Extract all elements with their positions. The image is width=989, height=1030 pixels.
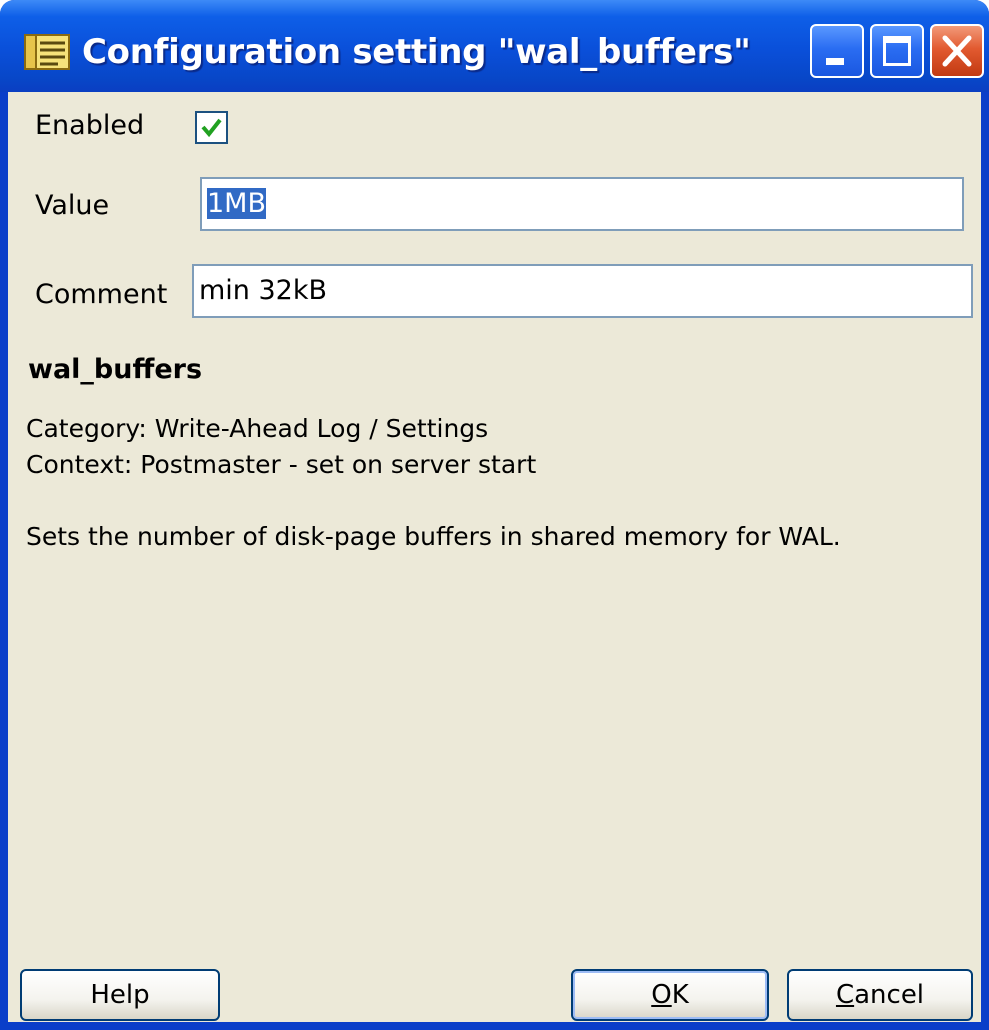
cancel-button[interactable]: Cancel [787,969,973,1021]
category-text: Category: Write-Ahead Log / Settings [26,414,489,443]
close-icon [942,35,972,67]
setting-name-heading: wal_buffers [28,354,203,385]
cancel-mnemonic: C [835,980,855,1010]
context-text: Context: Postmaster - set on server star… [26,450,537,479]
title-bar[interactable]: Configuration setting "wal_buffers" [0,0,989,92]
dialog-window: Configuration setting "wal_buffers" Enab… [0,0,989,1030]
cancel-label-rest: ancel [854,980,925,1010]
enabled-label: Enabled [35,110,145,141]
checkmark-icon [201,118,222,138]
help-button-label: Help [90,980,150,1010]
close-button[interactable] [930,24,984,78]
help-button[interactable]: Help [20,969,220,1021]
value-input-text: 1MB [207,188,266,219]
comment-label: Comment [35,279,168,310]
enabled-checkbox[interactable] [195,111,228,144]
maximize-icon [883,36,911,66]
value-input[interactable]: 1MB [200,177,964,231]
ok-mnemonic: O [651,980,672,1010]
description-text: Sets the number of disk-page buffers in … [26,522,841,551]
ok-button[interactable]: OK [571,969,769,1021]
config-setting-icon [24,34,70,70]
dialog-body: Enabled Value 1MB Comment min 32kB wal_b… [8,92,981,1022]
ok-label-rest: K [671,980,689,1010]
value-label: Value [35,190,110,221]
minimize-button[interactable] [810,24,864,78]
minimize-icon [826,58,844,65]
maximize-button[interactable] [870,24,924,78]
window-title: Configuration setting "wal_buffers" [82,32,751,72]
comment-input[interactable]: min 32kB [192,264,973,318]
